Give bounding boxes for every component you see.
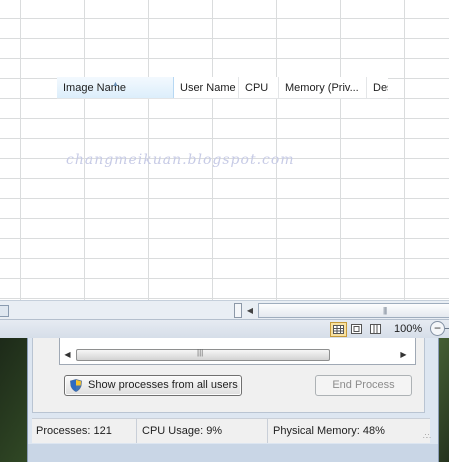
scroll-thumb[interactable]: ||| [76,348,330,361]
spreadsheet-grid[interactable] [0,0,449,300]
watermark-text: changmeikuan.blogspot.com [66,152,295,168]
process-column-header: ▲ Image Name User Name CPU Memory (Priv.… [57,77,388,99]
zoom-slider-track[interactable] [445,328,449,329]
column-label-user-name: User Name [180,82,236,94]
column-label-cpu: CPU [245,82,269,94]
list-row-partial [64,334,404,342]
excel-scroll-row: ◀ ||| [0,300,449,320]
window-frame-bottom [28,444,438,462]
scroll-left-arrow-icon[interactable]: ◀ [244,304,256,317]
normal-view-icon [333,325,344,334]
excel-horizontal-scrollbar[interactable]: ||| [258,303,449,318]
uac-shield-icon [70,379,82,392]
sheet-tab-fragment[interactable] [0,305,9,317]
tab-split-handle[interactable] [234,303,242,318]
column-label-description: Des [373,82,388,94]
processes-tab-panel: ◀ ||| ▶ Show processes from all users En… [32,338,425,413]
column-header-image-name[interactable]: ▲ Image Name [57,77,174,98]
zoom-out-icon[interactable]: − [430,321,445,336]
column-header-description[interactable]: Des [367,77,388,98]
status-cpu-usage: CPU Usage: 9% [138,419,268,443]
task-manager-status-bar: Processes: 121 CPU Usage: 9% Physical Me… [32,418,431,443]
scroll-left-icon[interactable]: ◀ [62,348,73,361]
status-physical-memory: Physical Memory: 48% [273,425,385,437]
column-header-user-name[interactable]: User Name [174,77,239,98]
column-header-memory[interactable]: Memory (Priv... [279,77,367,98]
end-process-button[interactable]: End Process [315,375,412,396]
column-label-memory: Memory (Priv... [285,82,359,94]
sort-ascending-icon: ▲ [112,81,119,88]
page-layout-icon [351,324,362,334]
scroll-right-icon[interactable]: ▶ [398,348,409,361]
scroll-grip-icon: ||| [383,306,387,315]
scroll-grip-icon: ||| [197,348,204,357]
column-header-cpu[interactable]: CPU [239,77,279,98]
process-list-horizontal-scrollbar[interactable]: ◀ ||| ▶ [62,348,411,361]
resize-grip-icon[interactable]: ∴∴ [423,432,431,441]
page-break-icon [370,324,381,334]
show-all-users-button[interactable]: Show processes from all users [64,375,242,396]
status-processes: Processes: 121 [32,419,137,443]
process-list[interactable]: ◀ ||| ▶ [59,338,416,365]
show-all-users-label: Show processes from all users [88,379,238,391]
task-manager-window: ◀ ||| ▶ Show processes from all users En… [27,338,439,462]
